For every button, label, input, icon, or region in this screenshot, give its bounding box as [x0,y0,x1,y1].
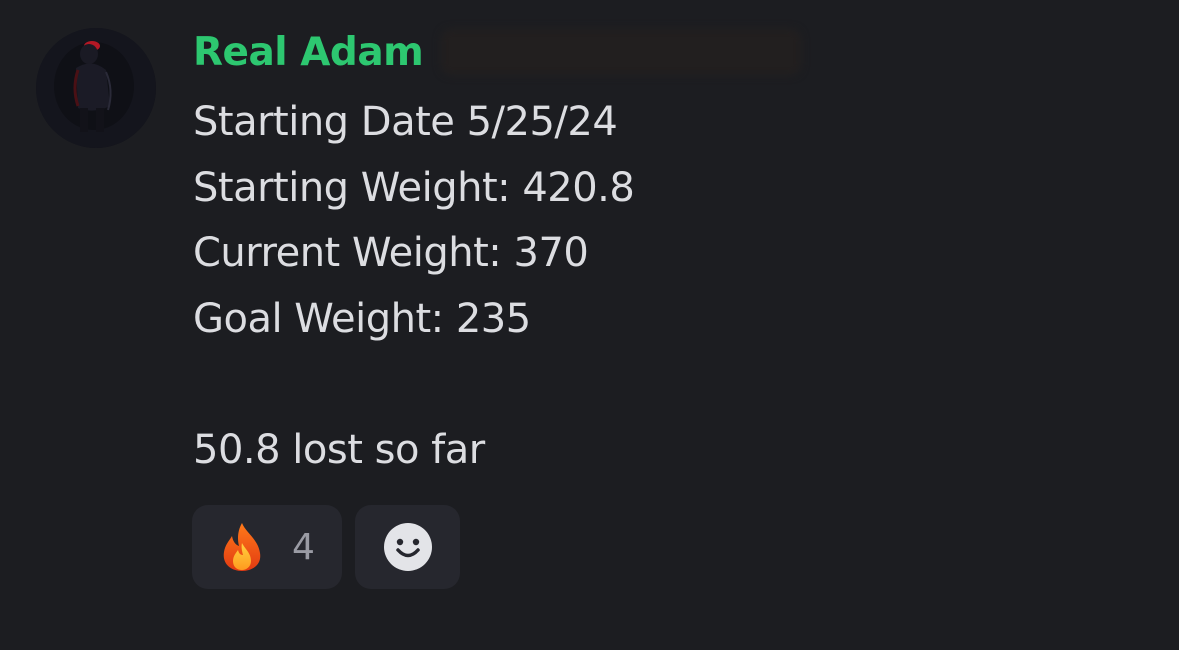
reaction-count: 4 [292,526,315,568]
smiley-icon [383,523,432,571]
message-line: Starting Weight: 420.8 [193,164,635,211]
add-reaction-button[interactable] [355,505,460,589]
user-avatar[interactable] [36,28,156,148]
message-header: Real Adam [193,26,802,78]
fire-icon [223,523,261,571]
redacted-timestamp [441,29,802,75]
message-line: Starting Date 5/25/24 [193,99,618,145]
message-content: Starting Date 5/25/24 Starting Weight: 4… [193,90,635,483]
author-name[interactable]: Real Adam [193,30,424,75]
message-line: Current Weight: 370 [193,230,589,276]
reaction-fire[interactable]: 4 [192,505,342,589]
message-line: 50.8 lost so far [193,426,485,473]
reactions-bar: 4 [192,505,460,589]
chat-message: Real Adam Starting Date 5/25/24 Starting… [0,0,1179,650]
message-line: Goal Weight: 235 [193,295,531,342]
avatar-image [36,28,156,148]
